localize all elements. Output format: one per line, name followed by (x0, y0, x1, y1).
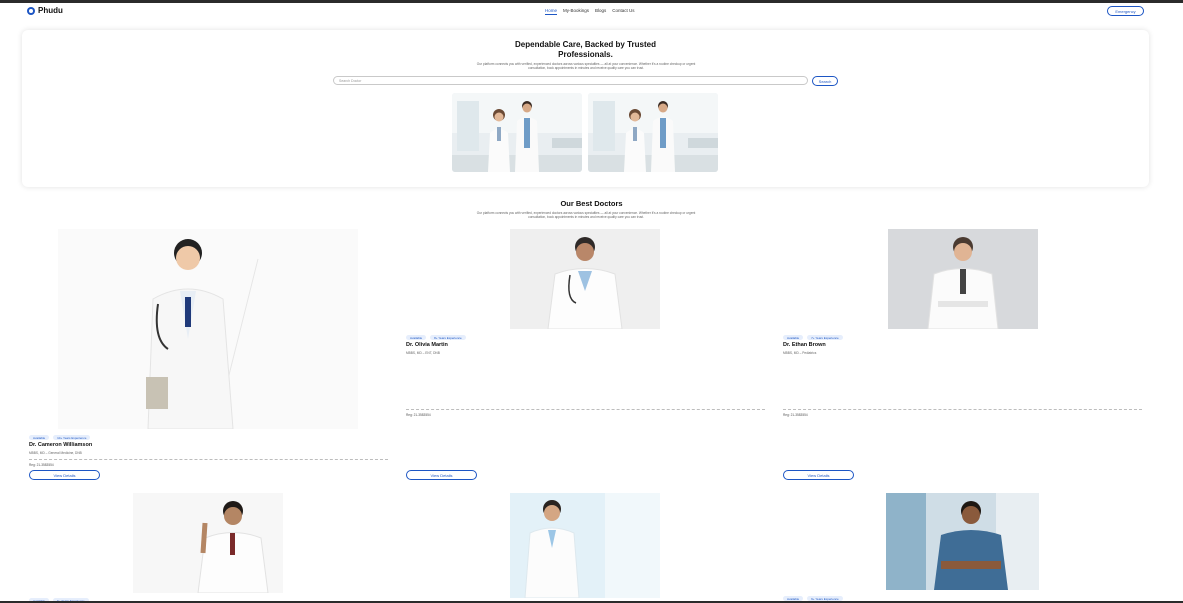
card-divider (29, 459, 388, 460)
experience-badge: 10+ Years Experience (53, 435, 91, 440)
view-details-button[interactable]: View Details (783, 470, 854, 480)
experience-badge: 8+ Years Experience (430, 335, 466, 340)
doctor-registration: Reg: 21-3583554 (406, 413, 431, 417)
hero-doctors-image-2 (588, 93, 718, 172)
available-badge: Available (783, 335, 804, 340)
nav-home[interactable]: Home (545, 8, 558, 15)
doctor-photo-5 (510, 493, 660, 598)
hero-description: Our platform connects you with verified,… (476, 62, 696, 71)
nav-my-bookings[interactable]: My-Bookings (563, 8, 589, 15)
card-divider (406, 409, 765, 410)
card-divider (783, 409, 1142, 410)
doctor-specialty: MBBS, MD – ENT, DNB (406, 351, 440, 355)
main-menu: Home My-Bookings Blogs Contact Us (545, 8, 635, 15)
doctor-photo-ethan (888, 229, 1038, 329)
hero-doctors-image-1 (452, 93, 582, 172)
experience-badge: 7+ Years Experience (807, 335, 843, 340)
available-badge: Available (406, 335, 427, 340)
doctor-photo-4 (133, 493, 283, 593)
doctor-specialty: MBBS, MD – General Medicine, DNB (29, 451, 82, 455)
brand-name: Phudu (38, 6, 63, 15)
nav-contact-us[interactable]: Contact Us (612, 8, 634, 15)
doctors-section-title: Our Best Doctors (560, 199, 623, 208)
emergency-button[interactable]: Emergency (1107, 6, 1144, 16)
doctor-badges: Available 8+ Years Experience (406, 335, 466, 340)
doctor-registration: Reg: 21-3583554 (29, 463, 54, 467)
available-badge: Available (29, 435, 50, 440)
doctor-registration: Reg: 21-3583554 (783, 413, 808, 417)
hero-title-line1: Dependable Care, Backed by Trusted (515, 40, 656, 49)
logo-icon (27, 6, 35, 15)
hero-title-line2: Professionals. (558, 49, 613, 59)
doctors-section-description: Our platform connects you with verified,… (476, 211, 696, 220)
doctor-badges: Available 7+ Years Experience (783, 335, 843, 340)
navbar: Phudu Home My-Bookings Blogs Contact Us … (0, 3, 1183, 21)
doctor-photo-6 (886, 493, 1039, 590)
brand-logo[interactable]: Phudu (27, 6, 63, 15)
doctor-badges: Available 10+ Years Experience (29, 435, 91, 440)
hero-banner: Dependable Care, Backed by Trusted Profe… (22, 30, 1149, 187)
doctor-name: Dr. Ethan Brown (783, 342, 826, 348)
nav-blogs[interactable]: Blogs (595, 8, 606, 15)
doctor-photo-cameron (58, 229, 358, 429)
doctor-specialty: MBBS, MD – Pediatrics (783, 351, 817, 355)
doctor-photo-olivia (510, 229, 660, 329)
view-details-button[interactable]: View Details (406, 470, 477, 480)
view-details-button[interactable]: View Details (29, 470, 100, 480)
doctor-name: Dr. Cameron Williamson (29, 442, 93, 448)
search-input[interactable]: Search Doctor (333, 76, 808, 85)
search-button[interactable]: Search (812, 76, 838, 86)
doctor-name: Dr. Olivia Martin (406, 342, 448, 348)
hero-title: Dependable Care, Backed by Trusted Profe… (22, 40, 1149, 59)
